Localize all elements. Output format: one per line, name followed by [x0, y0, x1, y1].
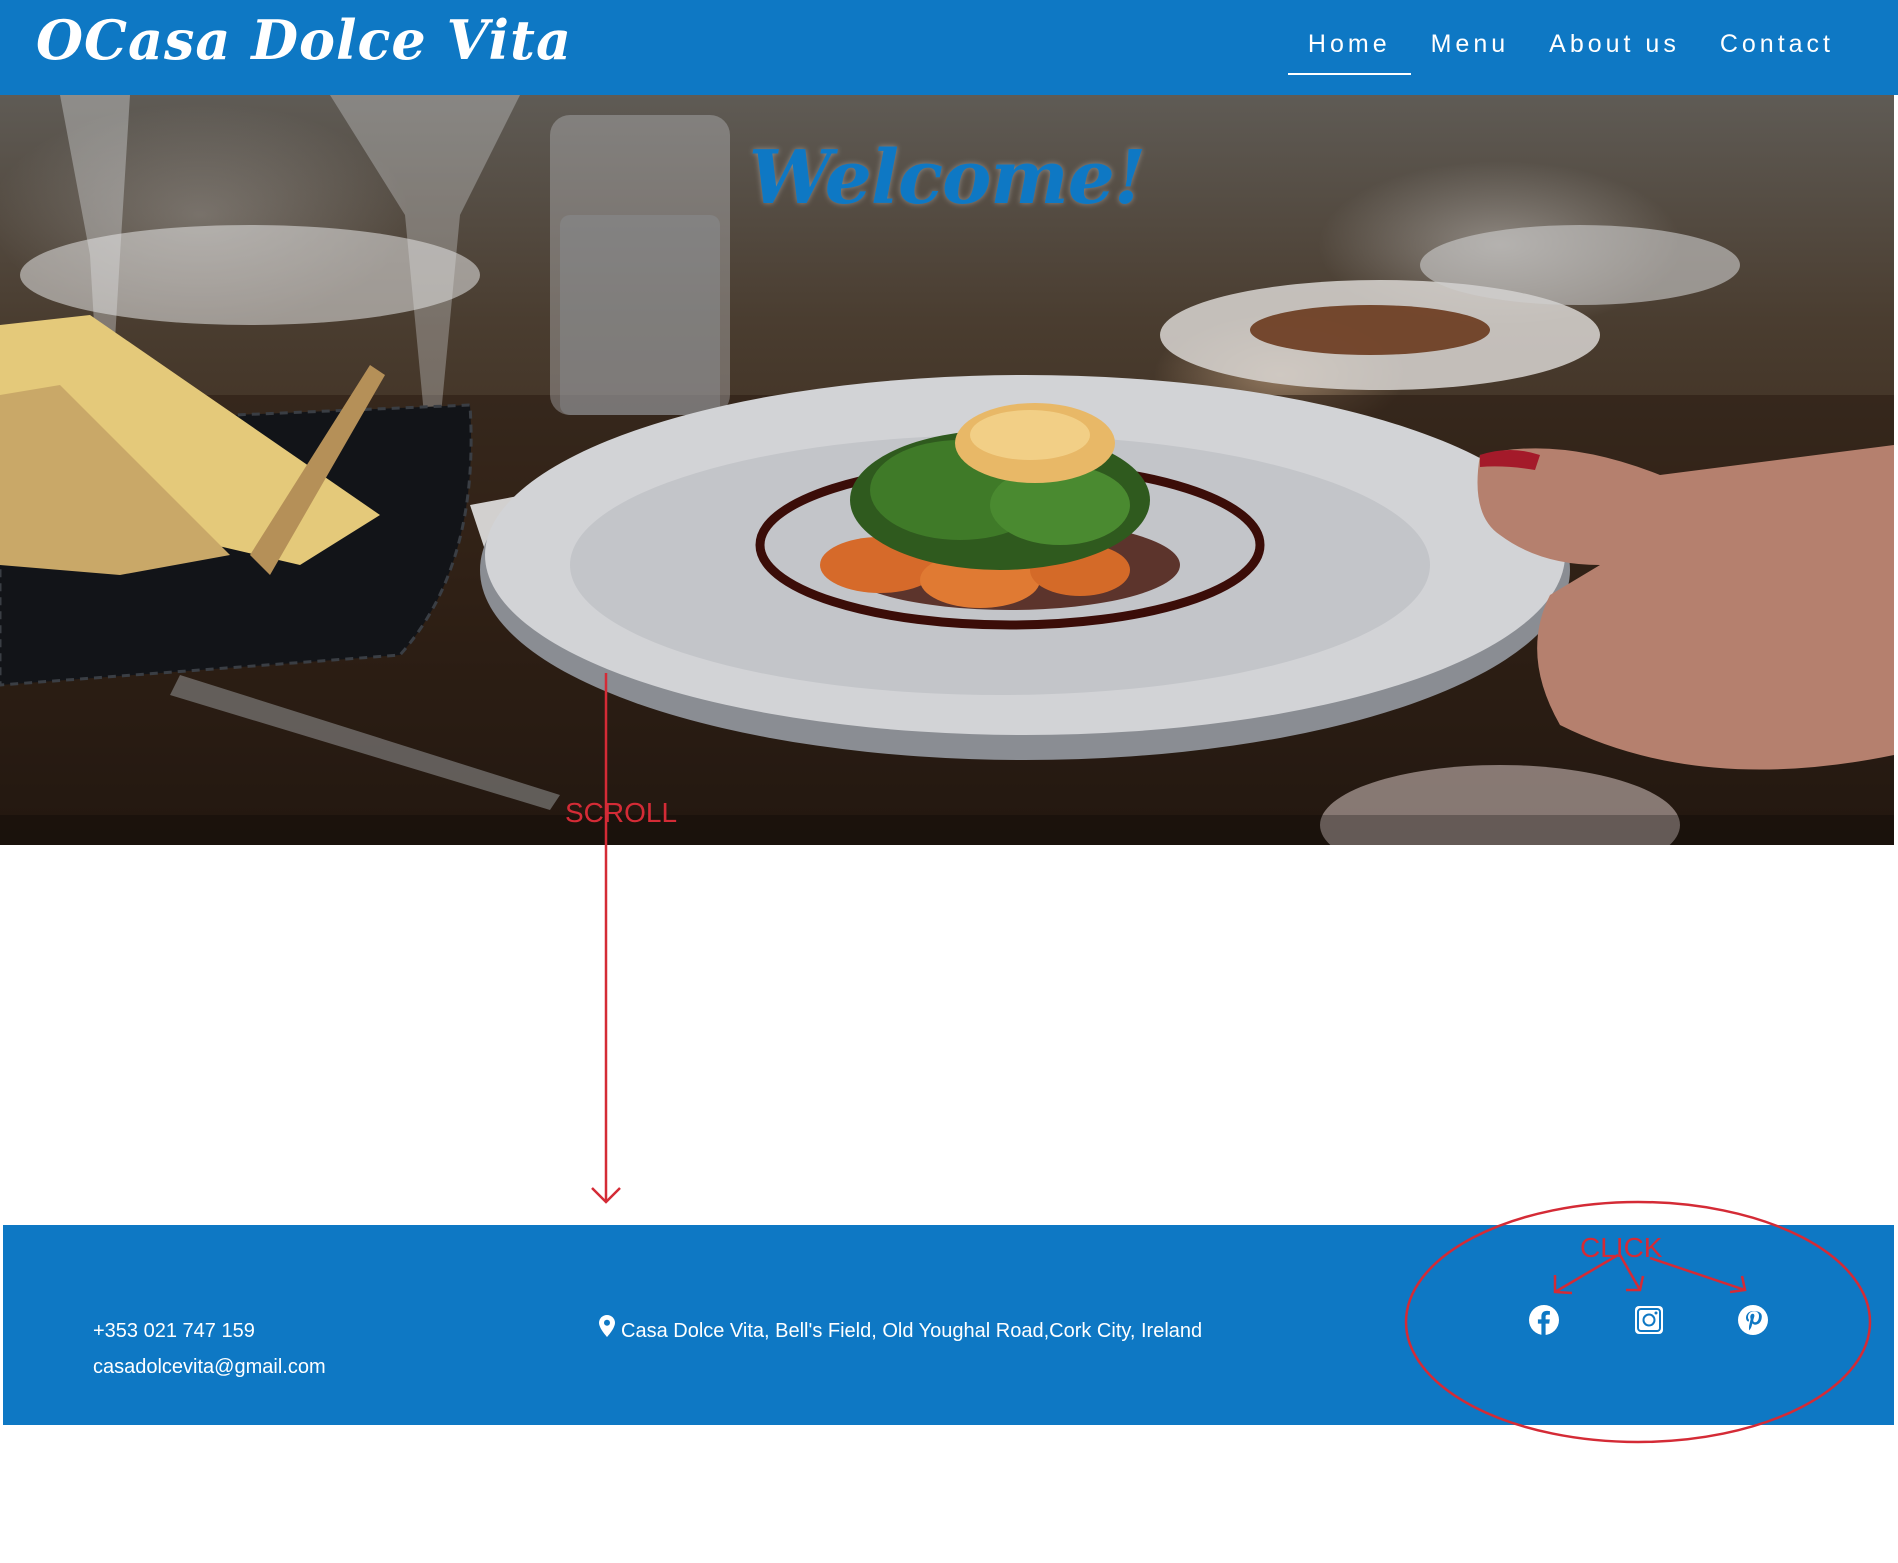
location-pin-icon — [599, 1313, 615, 1349]
pinterest-icon[interactable] — [1738, 1305, 1768, 1335]
nav-about-us[interactable]: About us — [1529, 30, 1700, 75]
address-text: Casa Dolce Vita, Bell's Field, Old Yough… — [621, 1320, 1203, 1342]
nav-contact[interactable]: Contact — [1700, 30, 1854, 75]
phone-number[interactable]: +353 021 747 159 — [93, 1313, 326, 1349]
site-header: OCasa Dolce Vita Home Menu About us Cont… — [0, 0, 1898, 95]
hero-image: Welcome! — [0, 95, 1894, 845]
email-address[interactable]: casadolcevita@gmail.com — [93, 1349, 326, 1385]
scroll-annotation-label: SCROLL — [565, 797, 678, 828]
nav-home[interactable]: Home — [1287, 30, 1411, 75]
contact-info: +353 021 747 159 casadolcevita@gmail.com — [93, 1313, 326, 1385]
welcome-heading: Welcome! — [748, 135, 1147, 221]
address: Casa Dolce Vita, Bell's Field, Old Yough… — [599, 1313, 1202, 1349]
main-nav: Home Menu About us Contact — [1287, 30, 1854, 75]
site-logo[interactable]: OCasa Dolce Vita — [36, 8, 572, 72]
instagram-icon[interactable] — [1634, 1305, 1664, 1335]
facebook-icon[interactable] — [1529, 1305, 1559, 1335]
scroll-arrow-head — [591, 1187, 621, 1204]
click-annotation-label: CLICK — [1580, 1232, 1663, 1263]
nav-menu[interactable]: Menu — [1411, 30, 1530, 75]
